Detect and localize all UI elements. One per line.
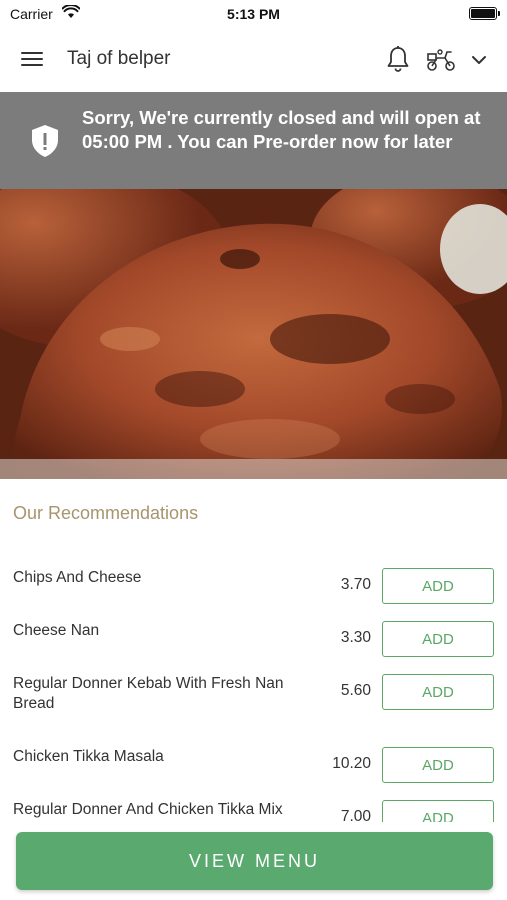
status-bar: Carrier 5:13 PM	[0, 0, 507, 28]
add-button[interactable]: ADD	[382, 747, 494, 783]
add-button[interactable]: ADD	[382, 621, 494, 657]
closed-banner: Sorry, We're currently closed and will o…	[0, 92, 507, 189]
bell-icon[interactable]	[383, 44, 413, 74]
item-price: 3.30	[340, 629, 371, 646]
view-menu-button[interactable]: VIEW MENU	[16, 832, 493, 890]
item-name: Chips And Cheese	[13, 569, 142, 586]
list-item: Regular Donner Kebab With Fresh Nan Brea…	[0, 666, 507, 739]
recommendations-title: Our Recommendations	[13, 503, 199, 523]
item-price: 7.00	[340, 808, 371, 822]
app-header: Taj of belper	[0, 28, 507, 92]
item-price: 3.70	[340, 576, 371, 593]
list-item: Regular Donner And Chicken Tikka Mix 7.0…	[0, 792, 507, 822]
item-price: 10.20	[332, 755, 371, 772]
hero-food-image	[0, 189, 507, 479]
battery-icon	[469, 7, 500, 20]
add-button[interactable]: ADD	[382, 674, 494, 710]
chevron-down-icon[interactable]	[466, 48, 492, 72]
recommendations-list: Chips And Cheese 3.70 ADD Cheese Nan 3.3…	[0, 560, 507, 822]
menu-icon[interactable]	[18, 48, 48, 72]
add-button[interactable]: ADD	[382, 800, 494, 822]
list-item: Chips And Cheese 3.70 ADD	[0, 560, 507, 613]
list-item: Chicken Tikka Masala 10.20 ADD	[0, 739, 507, 792]
item-name: Chicken Tikka Masala	[13, 748, 164, 765]
closed-message: Sorry, We're currently closed and will o…	[82, 107, 481, 152]
delivery-scooter-icon[interactable]	[425, 46, 457, 74]
item-name: Regular Donner Kebab With Fresh Nan Brea…	[13, 675, 284, 712]
status-time: 5:13 PM	[227, 6, 280, 22]
item-name: Regular Donner And Chicken Tikka Mix	[13, 801, 283, 818]
restaurant-name: Taj of belper	[67, 48, 171, 69]
add-button[interactable]: ADD	[382, 568, 494, 604]
item-name: Cheese Nan	[13, 622, 100, 639]
list-item: Cheese Nan 3.30 ADD	[0, 613, 507, 666]
shield-alert-icon	[30, 124, 60, 158]
item-price: 5.60	[340, 682, 371, 699]
